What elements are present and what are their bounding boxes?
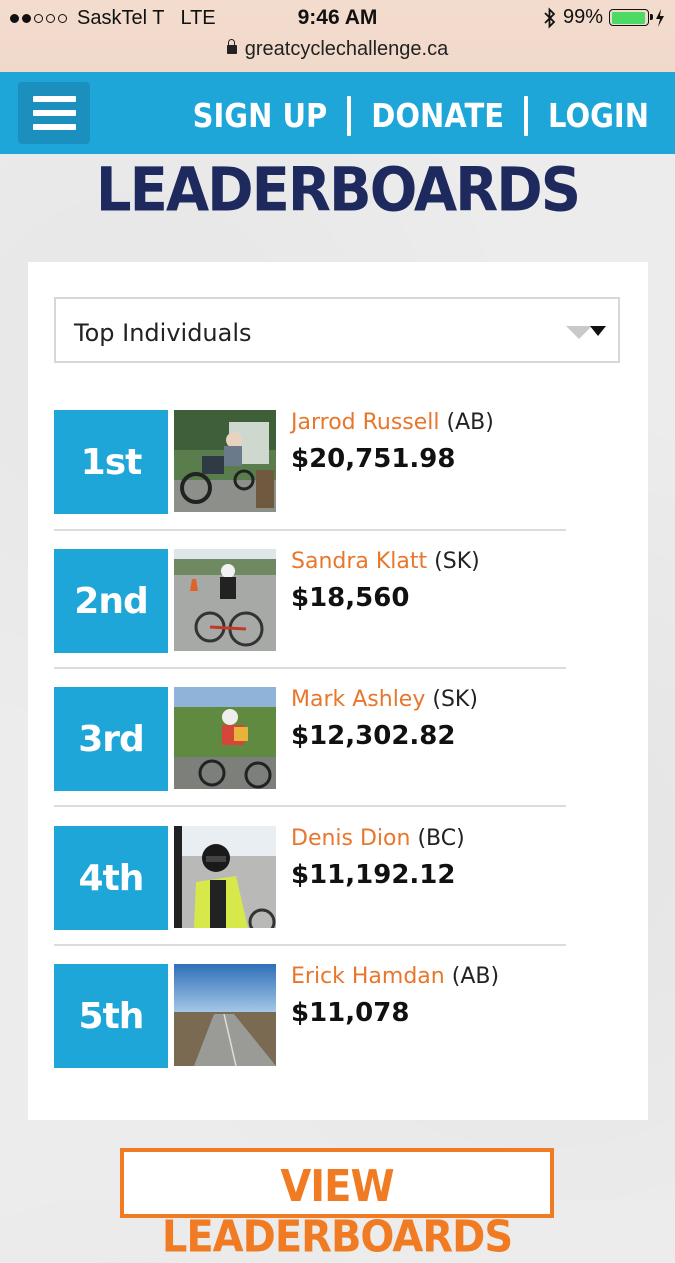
participant-info: Mark Ashley (SK) $12,302.82 — [291, 687, 478, 751]
bluetooth-icon — [544, 6, 556, 29]
hamburger-menu-icon[interactable] — [18, 82, 90, 144]
participant-name-link[interactable]: Jarrod Russell — [291, 410, 440, 435]
row-divider — [54, 529, 566, 531]
select-shadow-arrow-icon — [566, 326, 592, 339]
view-leaderboards-button[interactable]: VIEW LEADERBOARDS — [120, 1148, 554, 1263]
participant-info: Denis Dion (BC) $11,192.12 — [291, 826, 465, 890]
signup-link[interactable]: SIGN UP — [193, 97, 328, 135]
battery-icon — [609, 9, 653, 26]
leaderboard-filter-select[interactable]: Top Individuals — [54, 297, 620, 363]
address-bar[interactable]: greatcyclechallenge.ca — [0, 38, 675, 61]
participant-name-link[interactable]: Denis Dion — [291, 826, 410, 851]
view-leaderboards-label: VIEW LEADERBOARDS — [161, 1161, 513, 1263]
participant-province: (SK) — [432, 687, 478, 712]
leaderboard-row[interactable]: 2nd Sandra Klatt (SK) $18,560 — [54, 549, 566, 653]
rank-badge: 1st — [54, 410, 168, 514]
participant-name-link[interactable]: Erick Hamdan — [291, 964, 445, 989]
status-bar: SaskTel T LTE 9:46 AM 99% greatcyclechal… — [0, 0, 675, 72]
row-divider — [54, 944, 566, 946]
participant-info: Sandra Klatt (SK) $18,560 — [291, 549, 480, 613]
nav-divider — [524, 96, 529, 136]
select-value: Top Individuals — [74, 319, 252, 347]
page-title: LEADERBOARDS — [95, 155, 581, 226]
status-right: 99% — [543, 6, 665, 29]
participant-photo — [174, 549, 276, 651]
leaderboard-row[interactable]: 4th Denis Dion (BC) $11,192.12 — [54, 826, 566, 930]
rank-badge: 2nd — [54, 549, 168, 653]
participant-province: (BC) — [417, 826, 465, 851]
participant-photo — [174, 410, 276, 512]
amount-raised: $18,560 — [291, 583, 410, 613]
lock-icon — [226, 39, 237, 54]
amount-raised: $12,302.82 — [291, 721, 456, 751]
participant-province: (SK) — [434, 549, 480, 574]
header-nav: SIGN UP DONATE LOGIN — [193, 96, 649, 136]
participant-photo — [174, 826, 276, 928]
donate-link[interactable]: DONATE — [371, 97, 504, 135]
amount-raised: $20,751.98 — [291, 444, 456, 474]
participant-photo — [174, 964, 276, 1066]
participant-info: Jarrod Russell (AB) $20,751.98 — [291, 410, 494, 474]
amount-raised: $11,078 — [291, 998, 410, 1028]
login-link[interactable]: LOGIN — [548, 97, 649, 135]
participant-name-link[interactable]: Sandra Klatt — [291, 549, 427, 574]
charging-icon — [656, 8, 664, 27]
participant-photo — [174, 687, 276, 789]
participant-info: Erick Hamdan (AB) $11,078 — [291, 964, 499, 1028]
row-divider — [54, 667, 566, 669]
leaderboard-row[interactable]: 1st Jarrod Russell (AB) $20,751.98 — [54, 410, 566, 514]
participant-name-link[interactable]: Mark Ashley — [291, 687, 425, 712]
amount-raised: $11,192.12 — [291, 860, 456, 890]
leaderboard-row[interactable]: 5th Erick Hamdan (AB) $11,078 — [54, 964, 566, 1068]
chevron-down-icon — [590, 326, 606, 336]
battery-percent: 99% — [562, 6, 603, 28]
nav-divider — [347, 96, 352, 136]
participant-province: (AB) — [451, 964, 500, 989]
participant-province: (AB) — [446, 410, 494, 435]
site-header: SIGN UP DONATE LOGIN — [0, 72, 675, 154]
rank-badge: 5th — [54, 964, 168, 1068]
rank-badge: 3rd — [54, 687, 168, 791]
leaderboard-card: Top Individuals 1st Jarrod Russell (AB) … — [28, 262, 648, 1120]
row-divider — [54, 805, 566, 807]
leaderboard-row[interactable]: 3rd Mark Ashley (SK) $12,302.82 — [54, 687, 566, 791]
url-text: greatcyclechallenge.ca — [244, 38, 449, 60]
rank-badge: 4th — [54, 826, 168, 930]
